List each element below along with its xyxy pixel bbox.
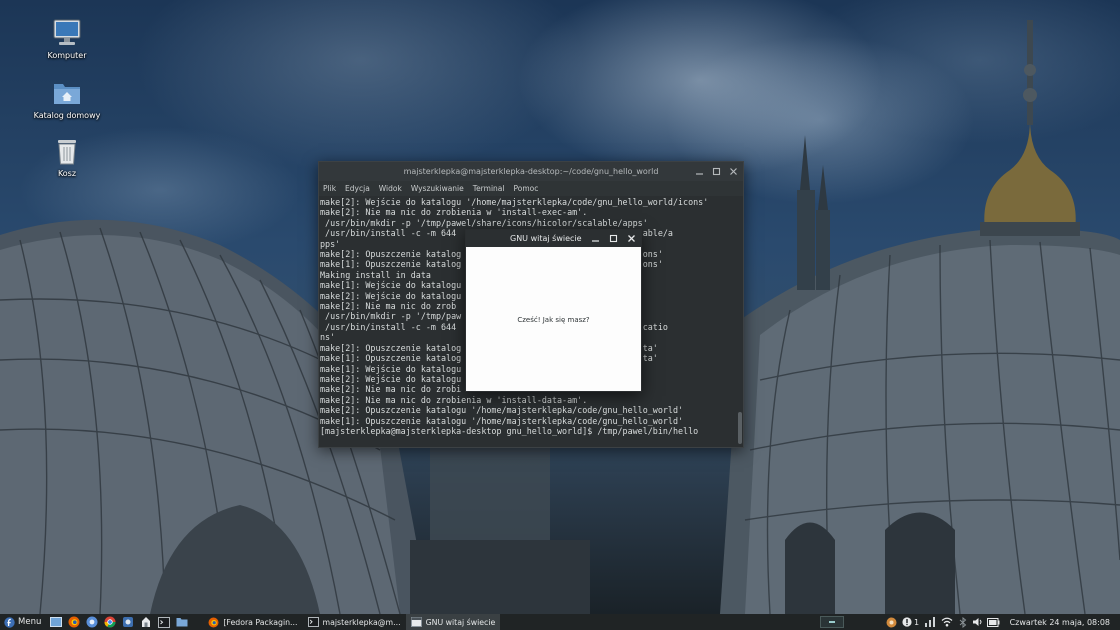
package-updates-icon [886, 617, 897, 627]
terminal-scrollbar[interactable] [738, 412, 742, 444]
menu-plik[interactable]: Plik [323, 184, 336, 193]
terminal-line: make[1]: Opuszczenie katalogu '/home/maj… [320, 415, 684, 426]
dialog-minimize-button[interactable] [590, 233, 601, 244]
tray-volume[interactable] [970, 614, 986, 630]
terminal-line: make[2]: Nie ma nic do zrobienia w 'inst… [320, 394, 588, 405]
minimize-icon [696, 173, 703, 175]
battery-icon [987, 617, 1000, 627]
desktop-icon-computer[interactable]: Komputer [27, 18, 107, 60]
notification-count: 1 [914, 617, 920, 627]
launcher-chrome[interactable] [101, 614, 119, 630]
maximize-button[interactable] [711, 166, 722, 177]
menu-wyszukiwanie[interactable]: Wyszukiwanie [411, 184, 464, 193]
dialog-close-button[interactable] [626, 233, 637, 244]
launcher-files[interactable] [173, 614, 191, 630]
desktop-icon-label: Komputer [47, 51, 87, 60]
launcher-browser[interactable] [83, 614, 101, 630]
folder-icon [176, 618, 188, 627]
desktop-icon-label: Katalog domowy [33, 111, 101, 120]
task-terminal[interactable]: majsterklepka@m... [303, 614, 406, 630]
terminal-line: /usr/bin/mkdir -p '/tmp/pawel/share/icon… [320, 217, 648, 228]
terminal-line: make[2]: Opuszczenie katalogu '/home/maj… [320, 405, 684, 416]
firefox-icon [208, 617, 219, 627]
task-hello-dialog[interactable]: GNU witaj świecie [405, 614, 501, 630]
minimize-icon [592, 240, 599, 242]
terminal-title: majsterklepka@majsterklepka-desktop:~/co… [403, 167, 659, 176]
browser-icon [86, 616, 98, 628]
start-menu-label: Menu [18, 617, 42, 627]
fedora-logo-icon [4, 616, 15, 628]
close-icon [730, 168, 737, 175]
task-label: GNU witaj świecie [425, 617, 496, 627]
hello-dialog[interactable]: GNU witaj świecie Cześć! Jak się masz? [465, 229, 642, 392]
task-label: majsterklepka@m... [322, 617, 401, 627]
desktop-icon-home-folder[interactable]: Katalog domowy [27, 78, 107, 120]
menu-terminal[interactable]: Terminal [473, 184, 505, 193]
show-desktop-icon [50, 617, 63, 627]
terminal-icon [307, 617, 319, 627]
terminal-titlebar[interactable]: majsterklepka@majsterklepka-desktop:~/co… [319, 162, 743, 181]
maximize-icon [609, 234, 618, 243]
close-button[interactable] [728, 166, 739, 177]
network-icon [924, 617, 935, 627]
window-icon [410, 617, 422, 627]
tray-notifications[interactable]: 1 [900, 614, 922, 630]
launcher-software[interactable] [137, 614, 155, 630]
tray-battery[interactable] [986, 614, 1002, 630]
launcher-terminal[interactable] [155, 614, 173, 630]
tray-network[interactable] [922, 614, 938, 630]
tray-bluetooth[interactable] [956, 614, 970, 630]
home-folder-icon [51, 78, 83, 108]
terminal-icon [158, 616, 171, 628]
terminal-menubar: Plik Edycja Widok Wyszukiwanie Terminal … [319, 181, 743, 196]
firefox-icon [68, 616, 80, 628]
system-tray: 1 Czwartek 24 maja, 08:08 [884, 614, 1120, 630]
desktop-icon-label: Kosz [57, 169, 77, 178]
chrome-icon [104, 616, 116, 628]
desktop-icon-trash[interactable]: Kosz [27, 136, 107, 178]
task-label: [Fedora Packagin... [223, 617, 298, 627]
launcher-show-desktop[interactable] [47, 614, 65, 630]
bluetooth-icon [959, 616, 966, 628]
dialog-body: Cześć! Jak się masz? [466, 247, 641, 392]
tray-updates[interactable] [884, 614, 900, 630]
minimize-button[interactable] [694, 166, 705, 177]
task-firefox[interactable]: [Fedora Packagin... [203, 614, 302, 630]
app-icon [123, 617, 134, 627]
trash-icon [51, 136, 83, 166]
terminal-line: make[2]: Wejście do katalogu '/home/majs… [320, 197, 709, 207]
menu-widok[interactable]: Widok [379, 184, 402, 193]
terminal-line: make[2]: Nie ma nic do zrobienia w 'inst… [320, 207, 588, 218]
launcher-app[interactable] [119, 614, 137, 630]
taskbar: Menu [Fedora Packagin... majsterklepka@m… [0, 614, 1120, 630]
dialog-title: GNU witaj świecie [510, 234, 582, 243]
maximize-icon [712, 167, 721, 176]
launcher-firefox[interactable] [65, 614, 83, 630]
software-center-icon [142, 617, 151, 627]
menu-edycja[interactable]: Edycja [345, 184, 370, 193]
workspace-switcher[interactable] [820, 616, 844, 628]
notification-icon [902, 617, 912, 627]
wifi-icon [941, 617, 952, 627]
menu-pomoc[interactable]: Pomoc [513, 184, 538, 193]
start-menu-button[interactable]: Menu [0, 614, 47, 630]
terminal-line: [majsterklepka@majsterklepka-desktop gnu… [320, 425, 699, 436]
tray-wifi[interactable] [938, 614, 956, 630]
dialog-message: Cześć! Jak się masz? [517, 315, 590, 324]
computer-icon [51, 18, 83, 48]
volume-icon [972, 618, 982, 626]
dialog-titlebar[interactable]: GNU witaj świecie [466, 230, 641, 247]
clock[interactable]: Czwartek 24 maja, 08:08 [1002, 614, 1120, 630]
close-icon [628, 235, 635, 242]
dialog-maximize-button[interactable] [608, 233, 619, 244]
